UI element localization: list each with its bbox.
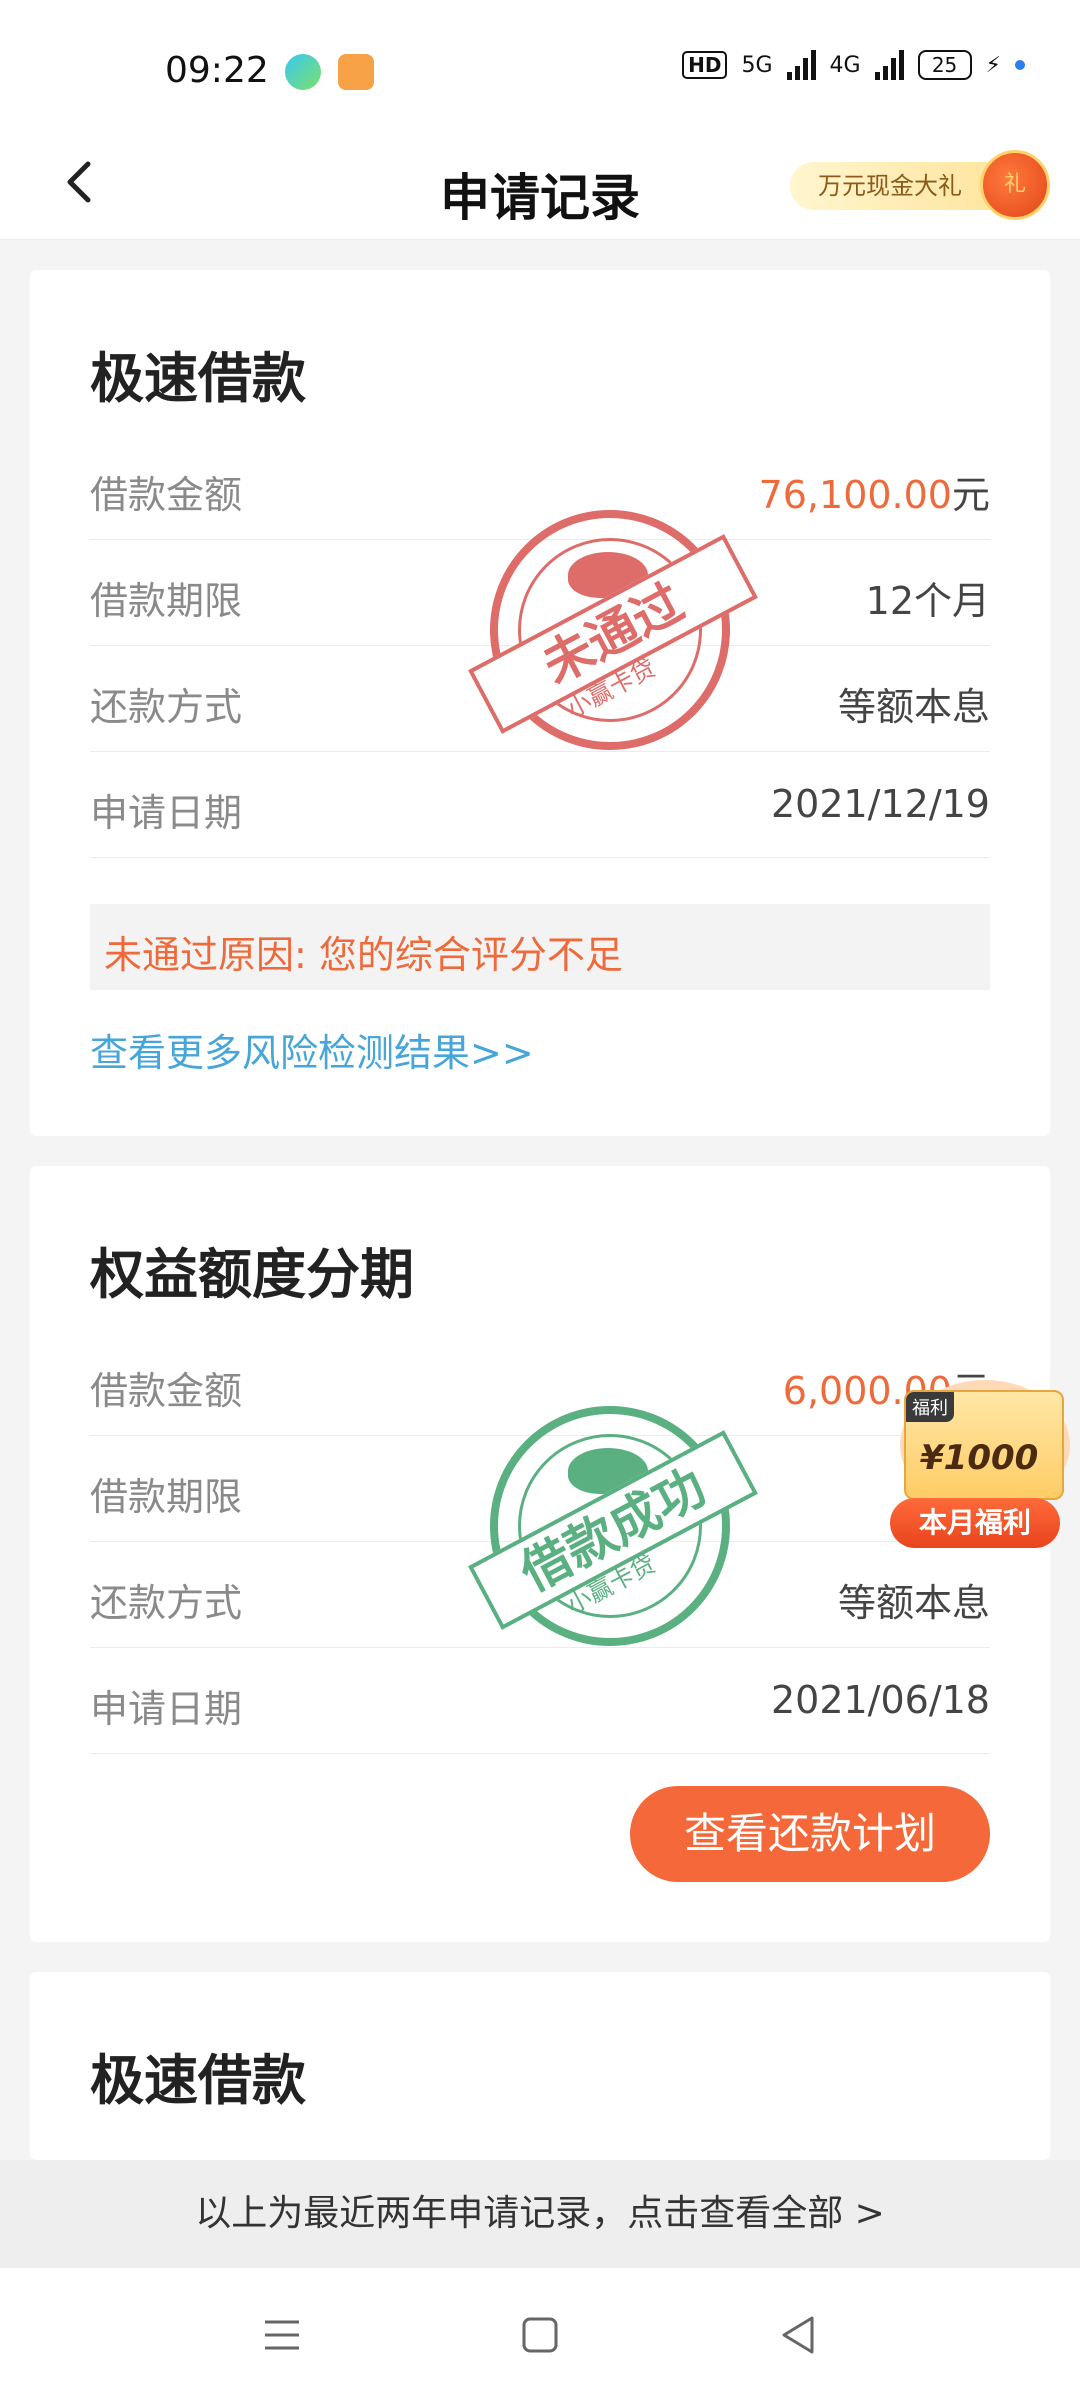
welfare-tag: 福利 <box>906 1392 954 1422</box>
row-value: 2021/06/18 <box>770 1678 990 1722</box>
amount-unit: 元 <box>951 473 990 517</box>
row-value: 76,100.00元 <box>759 464 990 519</box>
row-value: 2021/12/19 <box>770 782 990 826</box>
view-repayment-plan-button[interactable]: 查看还款计划 <box>630 1786 990 1882</box>
monthly-welfare-float[interactable]: 福利 ¥1000 本月福利 <box>890 1380 1080 1560</box>
reject-reason: 未通过原因: 您的综合评分不足 <box>90 904 990 990</box>
success-stamp: 借款成功 小赢卡贷 <box>468 1406 758 1646</box>
promo-banner[interactable]: 万元现金大礼 礼 <box>790 150 1050 220</box>
signal-icon-2 <box>874 50 904 80</box>
apply-date-row: 申请日期 2021/12/19 <box>90 752 990 858</box>
status-icons: HD 5G 4G 25 ⚡ <box>682 50 1025 80</box>
row-label: 还款方式 <box>90 685 243 729</box>
card-title: 权益额度分期 <box>90 1243 414 1306</box>
system-navigation-bar <box>0 2268 1080 2400</box>
card-title: 极速借款 <box>90 347 306 410</box>
row-value: 等额本息 <box>837 685 990 729</box>
loan-amount-row: 借款金额 76,100.00元 <box>90 434 990 540</box>
home-icon[interactable] <box>513 2308 567 2362</box>
row-value: 12个月 <box>865 579 990 623</box>
row-label: 借款期限 <box>90 579 243 623</box>
signal-icon <box>786 50 816 80</box>
welfare-button[interactable]: 本月福利 <box>890 1498 1060 1548</box>
status-bar: 09:22 HD 5G 4G 25 ⚡ <box>0 0 1080 130</box>
nav-bar: 申请记录 万元现金大礼 礼 <box>0 130 1080 240</box>
network-4g-label: 4G <box>829 52 861 78</box>
application-card-1: 极速借款 借款金额 76,100.00元 借款期限 12个月 还款方式 等额本息… <box>30 270 1050 1136</box>
network-5g-label: 5G <box>741 52 773 78</box>
card-title: 极速借款 <box>90 2049 306 2112</box>
view-all-records-bar[interactable]: 以上为最近两年申请记录，点击查看全部 > <box>0 2160 1080 2268</box>
row-label: 申请日期 <box>90 1687 243 1731</box>
risk-result-link[interactable]: 查看更多风险检测结果>> <box>90 1022 534 1077</box>
video-app-icon <box>285 54 321 90</box>
row-label: 借款期限 <box>90 1475 243 1519</box>
apply-date-row: 申请日期 2021/06/18 <box>90 1648 990 1754</box>
back-triangle-icon[interactable] <box>772 2308 826 2362</box>
notification-dot-icon <box>1015 60 1025 70</box>
welfare-amount: ¥1000 <box>920 1438 1039 1478</box>
orange-app-icon <box>338 54 374 90</box>
charging-icon: ⚡ <box>985 52 1001 78</box>
hd-voice-icon: HD <box>682 51 728 79</box>
rejected-stamp: 未通过 小赢卡贷 <box>468 510 758 750</box>
loan-amount-row: 借款金额 6,000.00元 <box>90 1330 990 1436</box>
row-label: 借款金额 <box>90 1369 243 1413</box>
row-label: 申请日期 <box>90 791 243 835</box>
row-label: 借款金额 <box>90 473 243 517</box>
gift-bag-icon: 礼 <box>980 150 1050 220</box>
row-label: 还款方式 <box>90 1581 243 1625</box>
loan-amount: 76,100.00 <box>758 473 952 517</box>
status-time: 09:22 <box>165 50 269 91</box>
menu-icon[interactable] <box>255 2308 309 2362</box>
row-value: 等额本息 <box>837 1581 990 1625</box>
battery-icon: 25 <box>917 50 972 80</box>
application-card-3: 极速借款 <box>30 1972 1050 2160</box>
welfare-coupon-icon: 福利 ¥1000 <box>904 1390 1064 1500</box>
